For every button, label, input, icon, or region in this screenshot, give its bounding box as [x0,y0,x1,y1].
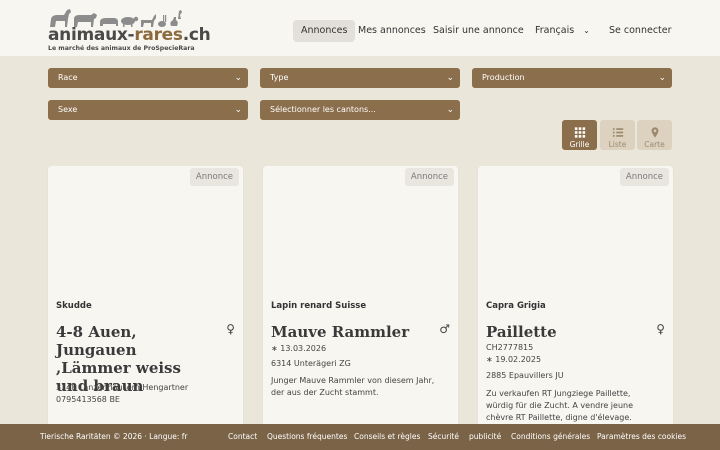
site-footer: Tierische Raritäten © 2026 · Langue: fr … [0,424,720,450]
footer-link-contact[interactable]: Contact [228,424,257,450]
listing-card[interactable]: Annonce Lapin renard Suisse Mauve Rammle… [263,166,458,450]
listing-id: CH2777815 [486,343,534,352]
nav-mes-annonces[interactable]: Mes annonces [358,20,426,42]
site-header: animaux-rares.ch Le marché des animaux d… [0,0,720,56]
filter-cantons-label: Sélectionner les cantons... [270,105,376,114]
listing-location: 2885 Epauvillers JU [486,371,564,380]
nav-se-connecter[interactable]: Se connecter [609,20,672,42]
view-map-button[interactable]: Carte [637,120,672,150]
filter-race[interactable]: Race ⌄ [48,68,248,88]
view-map-label: Carte [644,140,665,149]
footer-link-faq[interactable]: Questions fréquentes [267,424,347,450]
footer-link-conseils[interactable]: Conseils et règles [354,424,420,450]
male-icon: ♂ [439,322,450,336]
listing-title[interactable]: Mauve Rammler [271,323,431,341]
listing-location: 6314 Unterägeri ZG [271,359,351,368]
female-icon: ♀ [226,322,235,336]
chevron-down-icon: ⌄ [234,73,242,83]
chevron-down-icon: ⌄ [446,73,454,83]
filter-race-label: Race [58,73,78,82]
language-label: Français [535,25,575,36]
listing-breed: Lapin renard Suisse [271,301,367,311]
listing-badge: Annonce [404,168,454,186]
listing-breed: Capra Grigia [486,301,546,311]
nav-saisir-annonce[interactable]: Saisir une annonce [433,20,524,42]
nav-annonces[interactable]: Annonces [293,20,356,42]
filter-production[interactable]: Production ⌄ [472,68,672,88]
grid-icon [574,127,585,138]
footer-link-securite[interactable]: Sécurité [428,424,459,450]
listing-card[interactable]: Annonce Capra Grigia Paillette ♀ CH27778… [478,166,673,450]
chevron-down-icon: ⌄ [583,26,590,35]
listing-breed: Skudde [56,301,92,311]
listing-birthdate: ∗ 19.02.2025 [486,355,542,364]
listing-badge: Annonce [189,168,239,186]
listing-title[interactable]: Paillette [486,323,646,341]
filter-type-label: Type [270,73,289,82]
filter-type[interactable]: Type ⌄ [260,68,460,88]
list-icon [612,128,623,137]
footer-link-conditions[interactable]: Conditions générales [511,424,590,450]
view-grid-label: Grille [569,140,590,149]
listing-description: Zu verkaufen RT Jungziege Paillette, wür… [486,389,634,422]
map-pin-icon [651,127,658,138]
logo-wordmark: animaux-rares.ch [48,25,211,45]
filter-sexe[interactable]: Sexe ⌄ [48,100,248,120]
footer-link-cookies[interactable]: Paramètres des cookies [597,424,686,450]
filter-production-label: Production [482,73,525,82]
footer-copyright: Tierische Raritäten © 2026 · Langue: fr [40,432,188,441]
listing-card[interactable]: Annonce Skudde 4-8 Auen, Jungauen ,Lämme… [48,166,243,450]
chevron-down-icon: ⌄ [234,105,242,115]
filter-sexe-label: Sexe [58,105,78,114]
site-logo[interactable]: animaux-rares.ch Le marché des animaux d… [48,7,211,52]
chevron-down-icon: ⌄ [658,73,666,83]
female-icon: ♀ [656,322,665,336]
listing-badge: Annonce [619,168,669,186]
logo-tagline: Le marché des animaux de ProSpecieRara [48,45,195,52]
language-dropdown[interactable]: Français ⌄ [535,20,590,42]
view-list-button[interactable]: Liste [600,120,635,150]
view-list-label: Liste [608,140,627,149]
listing-description: Junger Mauve Rammler von diesem Jahr, de… [271,376,435,397]
filter-cantons[interactable]: Sélectionner les cantons... ⌄ [260,100,460,120]
footer-link-publicite[interactable]: publicité [469,424,501,450]
listing-location: 3148 Lanzenhäusern Hengartner 0795413568… [56,383,189,404]
chevron-down-icon: ⌄ [446,105,454,115]
view-grid-button[interactable]: Grille [562,120,597,150]
listing-birthdate: ∗ 13.03.2026 [271,344,327,353]
